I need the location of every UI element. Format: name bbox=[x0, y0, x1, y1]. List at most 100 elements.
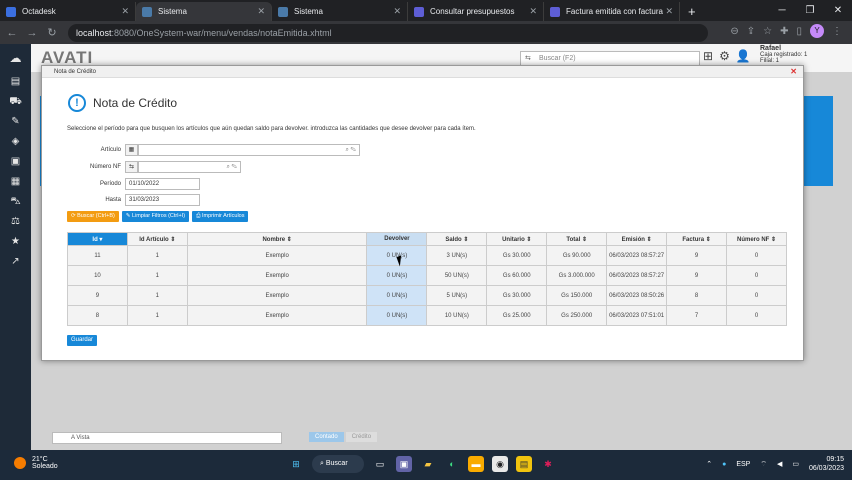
tab-consultar-presupuestos[interactable]: Consultar presupuestos ✕ bbox=[408, 2, 544, 21]
articulo-picker-button[interactable]: ▦ bbox=[125, 144, 138, 156]
col-unitario[interactable]: Unitario ⇕ bbox=[486, 232, 548, 246]
close-icon[interactable]: ✕ bbox=[790, 66, 797, 78]
share-icon[interactable]: ⇪ bbox=[747, 26, 755, 37]
col-id[interactable]: Id ▾ bbox=[67, 232, 128, 246]
task-view-icon[interactable]: ▭ bbox=[372, 456, 388, 472]
search-placeholder: Buscar (F2) bbox=[539, 55, 576, 62]
gear-icon[interactable]: ⚙ bbox=[719, 49, 730, 63]
nf-picker-button[interactable]: ⇆ bbox=[125, 161, 138, 173]
col-id-articulo[interactable]: Id Artículo ⇕ bbox=[126, 232, 188, 246]
col-total[interactable]: Total ⇕ bbox=[546, 232, 608, 246]
star-icon[interactable]: ☆ bbox=[763, 26, 772, 37]
table-row[interactable]: 10 1 Exemplo 0 UN(s) 50 UN(s) Gs 60.000 Gs 3.0… bbox=[67, 265, 787, 286]
tab-factura-emitida[interactable]: Factura emitida con factura ✕ bbox=[544, 2, 680, 21]
table-row[interactable]: 9 1 Exemplo 0 UN(s) 5 UN(s) Gs 30.000 Gs 150.0… bbox=[67, 285, 787, 306]
new-tab-button[interactable]: + bbox=[688, 4, 696, 19]
numero-nf-input[interactable]: ⌕ ✎ bbox=[138, 161, 241, 173]
tab-sistema[interactable]: Sistema ✕ bbox=[272, 2, 408, 21]
close-icon[interactable]: ✕ bbox=[393, 6, 401, 17]
col-nombre[interactable]: Nombre ⇕ bbox=[186, 232, 368, 246]
cell-devolver-input[interactable]: 0 UN(s) bbox=[366, 245, 428, 266]
user-icon[interactable]: 👤 bbox=[736, 49, 751, 63]
folder-icon[interactable]: ▬ bbox=[468, 456, 484, 472]
chevron-up-icon[interactable]: ⌃ bbox=[706, 460, 712, 468]
hasta-input[interactable]: 31/03/2023 bbox=[125, 194, 200, 206]
imprimir-label: Imprimir Artículos bbox=[202, 213, 245, 219]
taskbar-search[interactable]: ⌕ Buscar bbox=[312, 455, 364, 473]
cell-devolver-input[interactable]: 0 UN(s) bbox=[366, 265, 428, 286]
global-search-input[interactable]: ⇆ Buscar (F2) bbox=[520, 51, 700, 66]
search-edit-icons[interactable]: ⌕ ✎ bbox=[346, 145, 357, 155]
star-icon[interactable]: ★ bbox=[0, 232, 31, 252]
nota-credito-dialog: Nota de Crédito ✕ ! Nota de Crédito Selec… bbox=[41, 65, 804, 361]
table-row[interactable]: 11 1 Exemplo 0 UN(s) 3 UN(s) Gs 30.000 Gs 90.0… bbox=[67, 245, 787, 266]
forward-button[interactable]: → bbox=[24, 27, 40, 39]
url-bar[interactable]: localhost:8080/OneSystem-war/menu/vendas… bbox=[68, 23, 708, 42]
cloud-logo-icon[interactable]: ☁ bbox=[0, 44, 31, 72]
cell-saldo: 10 UN(s) bbox=[426, 305, 488, 326]
periodo-input[interactable]: 01/10/2022 bbox=[125, 178, 200, 190]
tab-octadesk[interactable]: Octadesk ✕ bbox=[0, 2, 136, 21]
close-icon[interactable]: ✕ bbox=[665, 6, 673, 17]
col-factura[interactable]: Factura ⇕ bbox=[666, 232, 728, 246]
money-icon[interactable]: ▣ bbox=[0, 152, 31, 172]
windows-taskbar: 21°C Soleado ⊞ ⌕ Buscar ▭ ▣ ▰ ◐ ▬ ◉ ▤ ✱ ⌃… bbox=[0, 450, 852, 480]
profile-avatar[interactable]: Y bbox=[810, 24, 824, 38]
cubes-icon[interactable]: ◈ bbox=[0, 132, 31, 152]
close-icon[interactable]: ✕ bbox=[121, 6, 129, 17]
close-icon[interactable]: ✕ bbox=[529, 6, 537, 17]
explorer-icon[interactable]: ▰ bbox=[420, 456, 436, 472]
factory-icon[interactable]: ▦ bbox=[0, 172, 31, 192]
wrench-icon[interactable]: ✎ bbox=[0, 112, 31, 132]
col-devolver[interactable]: Devolver bbox=[366, 232, 428, 246]
calculator-icon[interactable]: ⊞ bbox=[703, 49, 713, 63]
truck-icon[interactable]: ⛍ bbox=[0, 192, 31, 212]
cell-devolver-input[interactable]: 0 UN(s) bbox=[366, 305, 428, 326]
col-numero-nf[interactable]: Número NF ⇕ bbox=[726, 232, 787, 246]
buscar-button[interactable]: ⟳ Buscar (Ctrl+B) bbox=[67, 211, 119, 222]
guardar-button[interactable]: Guardar bbox=[67, 335, 98, 346]
back-button[interactable]: ← bbox=[4, 27, 20, 39]
col-label: Nombre bbox=[262, 236, 286, 243]
close-icon[interactable]: ✕ bbox=[257, 6, 265, 17]
bg-payment-input[interactable]: A Vista bbox=[52, 432, 282, 444]
minimize-button[interactable]: ─ bbox=[768, 0, 796, 21]
zoom-icon[interactable]: ⊖ bbox=[730, 26, 738, 37]
maximize-button[interactable]: ❐ bbox=[796, 0, 824, 21]
slack-icon[interactable]: ✱ bbox=[540, 456, 556, 472]
bg-credito-button[interactable]: Crédito bbox=[345, 432, 378, 442]
extensions-icon[interactable]: ✚ bbox=[780, 26, 788, 37]
chrome-icon[interactable]: ◉ bbox=[492, 456, 508, 472]
menu-icon[interactable]: ⋮ bbox=[832, 26, 842, 37]
edge-icon[interactable]: ◐ bbox=[444, 456, 460, 472]
user-name: Rafael bbox=[760, 45, 782, 52]
battery-icon[interactable]: ▭ bbox=[792, 460, 799, 468]
volume-icon[interactable]: ◀ bbox=[777, 460, 782, 468]
cart-icon[interactable]: ⛟ bbox=[0, 92, 31, 112]
sidepanel-icon[interactable]: ▯ bbox=[796, 26, 802, 37]
clock[interactable]: 09:15 06/03/2023 bbox=[809, 455, 844, 473]
teams-icon[interactable]: ▣ bbox=[396, 456, 412, 472]
user-info[interactable]: Rafael Caja registrado: 1 Filial: 1 bbox=[760, 45, 807, 64]
cell-devolver-input[interactable]: 0 UN(s) bbox=[366, 285, 428, 306]
book-icon[interactable]: ▤ bbox=[0, 72, 31, 92]
articulo-input[interactable]: ⌕ ✎ bbox=[138, 144, 360, 156]
bg-contado-button[interactable]: Contado bbox=[309, 432, 344, 442]
scale-icon[interactable]: ⚖ bbox=[0, 212, 31, 232]
weather-widget[interactable]: 21°C Soleado bbox=[14, 456, 58, 470]
search-edit-icons[interactable]: ⌕ ✎ bbox=[227, 162, 238, 172]
col-saldo[interactable]: Saldo ⇕ bbox=[426, 232, 488, 246]
col-emision[interactable]: Emisión ⇕ bbox=[606, 232, 668, 246]
reload-button[interactable]: ↻ bbox=[44, 26, 60, 39]
imprimir-button[interactable]: ⎙ Imprimir Artículos bbox=[192, 211, 249, 222]
language-indicator[interactable]: ESP bbox=[736, 461, 750, 468]
microphone-icon[interactable]: ● bbox=[722, 461, 726, 468]
close-window-button[interactable]: ✕ bbox=[824, 0, 852, 21]
table-row[interactable]: 8 1 Exemplo 0 UN(s) 10 UN(s) Gs 25.000 Gs 250.… bbox=[67, 305, 787, 326]
limpiar-button[interactable]: ✎ Limpiar Filtros (Ctrl+I) bbox=[121, 211, 190, 222]
tab-sistema-active[interactable]: Sistema ✕ bbox=[136, 2, 272, 21]
chart-icon[interactable]: ↗ bbox=[0, 252, 31, 272]
sticky-notes-icon[interactable]: ▤ bbox=[516, 456, 532, 472]
wifi-icon[interactable]: ⌔ bbox=[760, 460, 767, 469]
windows-start-icon[interactable]: ⊞ bbox=[288, 456, 304, 472]
